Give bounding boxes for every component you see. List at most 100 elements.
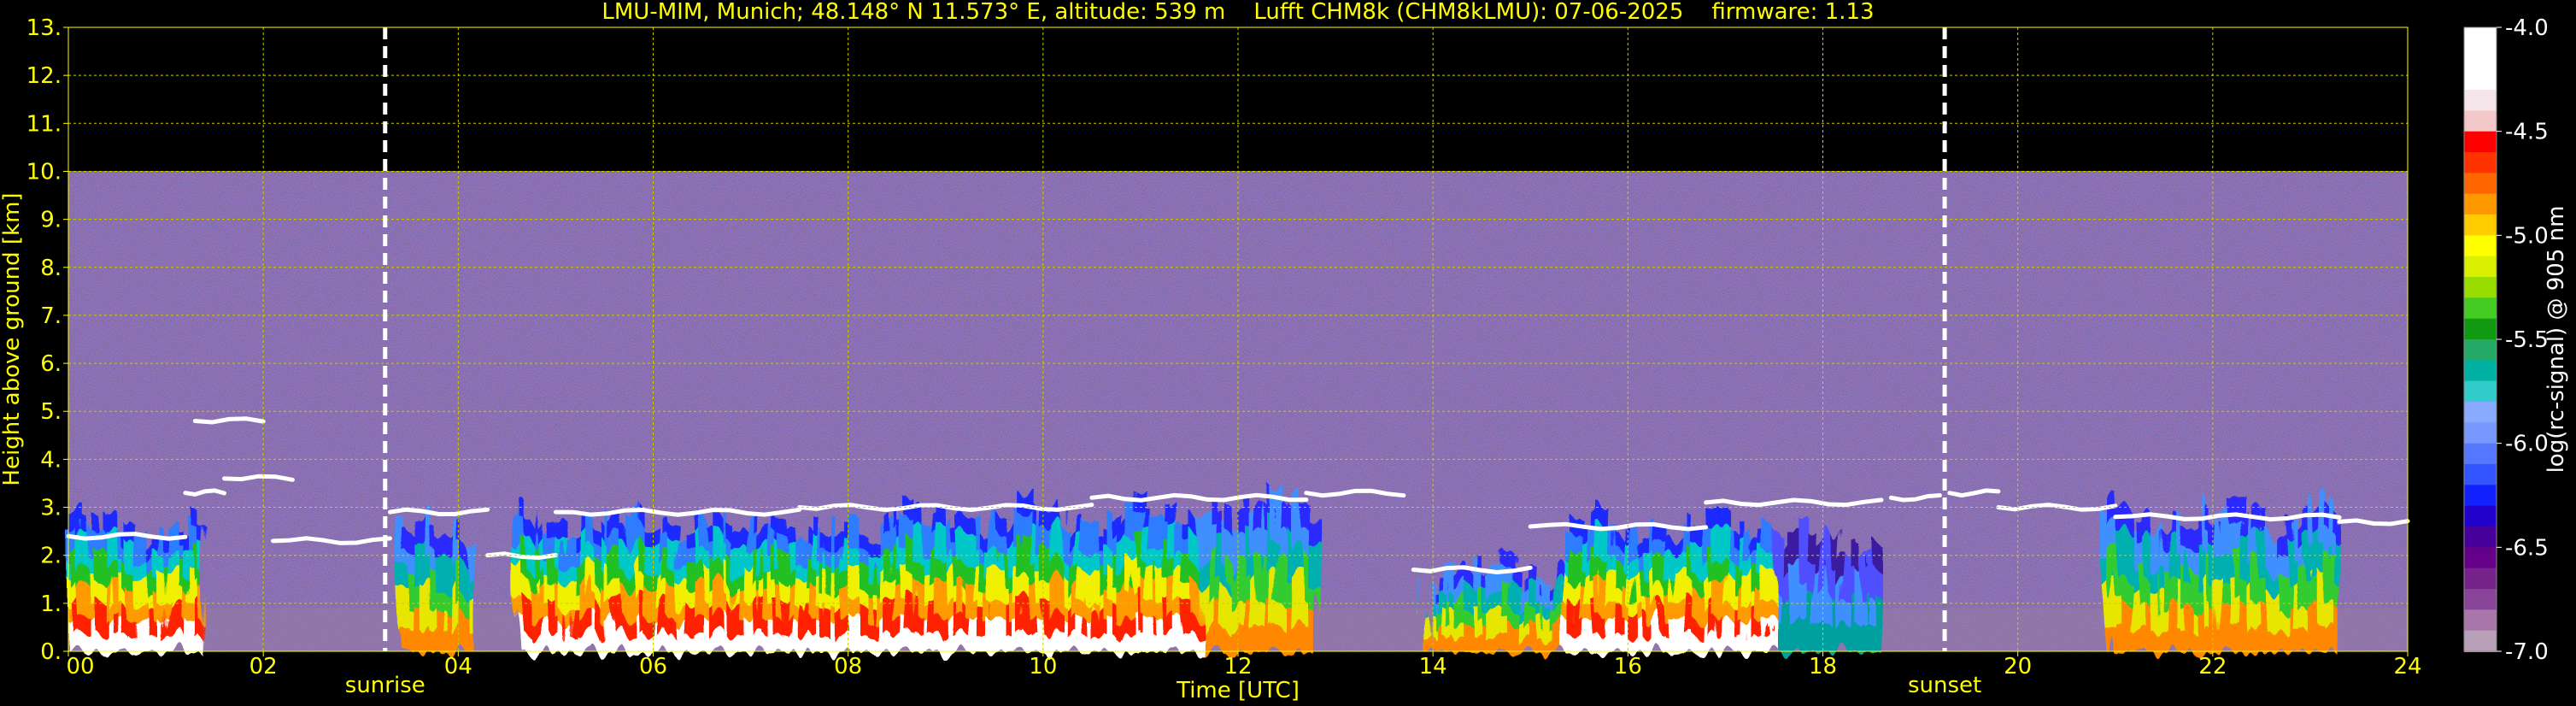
bl-cell <box>1145 547 1154 566</box>
bl-cell <box>1276 578 1286 603</box>
bl-cell <box>1567 582 1576 601</box>
bl-cell <box>615 512 625 532</box>
bl-cell <box>1090 580 1100 595</box>
bl-cell <box>1438 612 1447 627</box>
bl-cell <box>1090 565 1100 581</box>
bl-cell <box>1743 605 1752 622</box>
bl-cell <box>1644 540 1653 556</box>
bl-cell <box>836 636 845 652</box>
bl-cell <box>1544 609 1553 621</box>
bl-cell <box>1666 556 1675 572</box>
bl-cell <box>676 541 685 556</box>
bl-cell <box>431 589 440 611</box>
bl-cell <box>660 519 670 538</box>
bl-cell <box>584 536 594 554</box>
bl-cell <box>121 621 130 638</box>
bl-cell <box>151 538 161 553</box>
bl-cell <box>531 521 541 538</box>
bl-cell <box>83 586 92 604</box>
bl-cell <box>1461 638 1470 652</box>
bl-cell <box>836 546 845 562</box>
bl-cell <box>98 563 108 582</box>
bl-cell <box>539 636 549 652</box>
bl-cell <box>1130 543 1139 562</box>
bl-cell <box>1575 569 1584 587</box>
bl-cell <box>197 572 206 590</box>
bl-cell <box>1697 574 1706 591</box>
bl-cell <box>1238 625 1247 652</box>
bl-cell <box>578 601 586 620</box>
bl-cell <box>722 557 731 578</box>
bl-cell <box>983 576 992 593</box>
bl-cell <box>592 577 601 593</box>
plot-area: sunrise sunset <box>66 26 2410 698</box>
bl-cell <box>75 615 85 635</box>
bl-cell <box>578 568 586 586</box>
bl-cell <box>798 621 807 638</box>
bl-cell <box>660 634 670 652</box>
bl-cell <box>1858 594 1868 624</box>
bl-cell <box>1145 599 1154 618</box>
boundary-layer-segment <box>68 509 206 652</box>
bl-cell <box>2206 603 2216 628</box>
bl-cell <box>114 590 123 607</box>
bl-cell <box>1605 556 1615 574</box>
bl-cell <box>798 544 807 562</box>
bl-cell <box>859 545 869 562</box>
bl-cell <box>975 563 984 580</box>
bl-cell <box>1122 635 1131 652</box>
bl-cell <box>128 568 138 586</box>
bl-cell <box>1106 632 1116 652</box>
bl-cell <box>1168 508 1177 527</box>
bl-cell <box>1261 623 1270 652</box>
colorbar-swatches <box>2464 27 2497 652</box>
bl-cell <box>760 621 769 638</box>
bl-cell <box>998 564 1007 584</box>
bl-cell <box>2285 560 2294 584</box>
bl-cell <box>921 568 930 586</box>
bl-cell <box>998 547 1007 566</box>
bl-cell <box>722 595 731 615</box>
bl-cell <box>1006 588 1015 605</box>
bl-cell <box>446 565 455 588</box>
bl-cell <box>707 636 716 652</box>
x-tick-label: 08 <box>834 654 862 680</box>
bl-cell <box>744 597 754 616</box>
colorbar-tick-label: -5.0 <box>2505 223 2549 249</box>
bl-cell <box>1712 527 1722 546</box>
bl-cell <box>1160 559 1170 580</box>
bl-cell <box>1766 571 1775 589</box>
bl-cell <box>1613 606 1622 623</box>
bl-cell <box>1628 571 1638 589</box>
bl-cell <box>167 578 176 594</box>
bl-cell <box>1153 568 1162 586</box>
bl-cell <box>454 630 463 652</box>
bl-cell <box>1168 562 1177 581</box>
bl-cell <box>1423 614 1432 627</box>
bl-cell <box>2191 542 2200 566</box>
bl-cell <box>699 538 708 556</box>
bl-cell <box>806 531 815 550</box>
bl-cell <box>2230 549 2239 576</box>
bl-cell <box>1735 634 1745 652</box>
bl-cell <box>1446 573 1455 591</box>
bl-cell <box>454 609 463 632</box>
bl-cell <box>1720 590 1729 607</box>
bl-cell <box>1659 577 1668 593</box>
bl-cell <box>1812 571 1822 599</box>
bl-cell <box>1843 578 1852 603</box>
bl-cell <box>1575 553 1584 571</box>
x-tick-label: 06 <box>639 654 667 680</box>
bl-cell <box>929 580 938 599</box>
bl-cell <box>399 584 409 608</box>
bl-cell <box>1743 635 1752 652</box>
bl-cell <box>615 547 625 566</box>
bl-cell <box>983 621 992 638</box>
x-tick-label: 20 <box>2004 654 2032 680</box>
bl-cell <box>1873 538 1882 568</box>
bl-cell <box>2315 497 2325 525</box>
bl-cell <box>2300 590 2309 612</box>
bl-cell <box>1130 525 1139 544</box>
bl-cell <box>1021 554 1030 575</box>
bl-cell <box>1499 604 1508 621</box>
